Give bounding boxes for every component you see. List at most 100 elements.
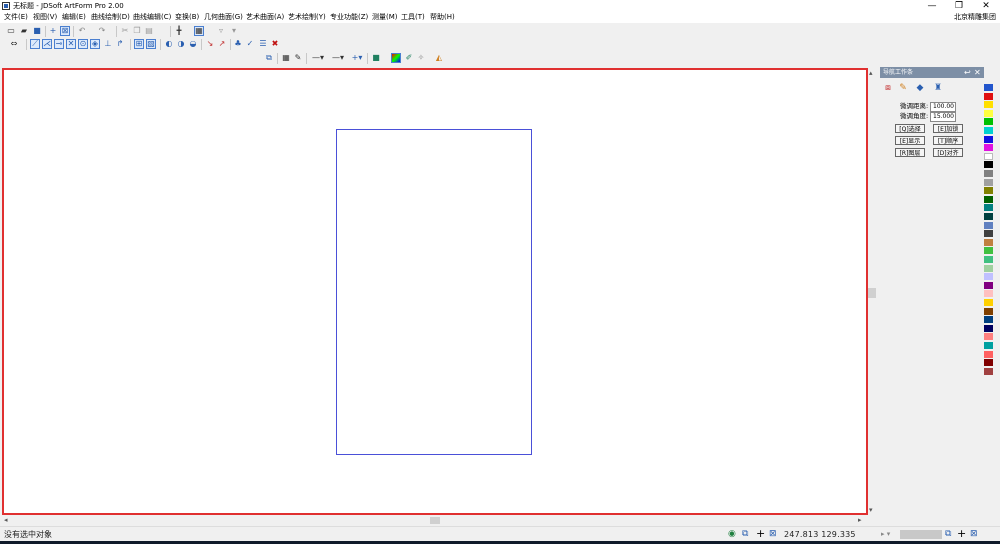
bucket-icon[interactable]: ◭ <box>434 53 444 63</box>
color-swatch[interactable] <box>984 307 993 315</box>
grid-dots-icon[interactable]: ▦ <box>281 53 291 63</box>
color-swatch[interactable] <box>984 238 993 246</box>
color-swatch[interactable] <box>984 101 993 109</box>
align-button[interactable]: [D]对齐 <box>933 148 963 157</box>
color-swatch[interactable] <box>984 324 993 332</box>
fit-view-icon[interactable]: ⧉ <box>945 529 951 540</box>
redo-icon[interactable]: ↷ <box>97 26 107 36</box>
paste-icon[interactable]: ▤ <box>144 26 154 36</box>
snap-center-icon[interactable]: ⊙ <box>78 39 88 49</box>
vertical-scroll-thumb[interactable] <box>868 288 876 298</box>
menu-pro-functions[interactable]: 专业功能(Z) <box>330 12 368 23</box>
fill-color-icon[interactable]: ■ <box>371 53 381 63</box>
spray-icon[interactable]: ✧ <box>416 53 426 63</box>
show-button[interactable]: [E]显示 <box>895 136 925 145</box>
list-icon[interactable]: ☰ <box>258 39 268 49</box>
box-status-icon[interactable]: ⊠ <box>769 529 777 540</box>
surface3-icon[interactable]: ◒ <box>188 39 198 49</box>
color-swatch[interactable] <box>984 367 993 375</box>
color-swatch[interactable] <box>984 127 993 134</box>
color-swatch[interactable] <box>984 195 993 203</box>
color-swatch[interactable] <box>984 109 993 117</box>
panel-pin-icon[interactable]: ↩ <box>964 68 971 77</box>
color-swatch[interactable] <box>984 247 993 255</box>
color-swatch[interactable] <box>984 256 993 263</box>
color-swatch[interactable] <box>984 359 993 367</box>
menu-measure[interactable]: 测量(M) <box>372 12 398 23</box>
menu-view[interactable]: 视图(V) <box>33 12 57 23</box>
panel-close-icon[interactable]: ✕ <box>974 68 981 77</box>
trash-icon[interactable]: ▾ <box>229 26 239 36</box>
close-button[interactable]: ✕ <box>974 0 998 12</box>
zoom-dropdown-icon[interactable]: ▸ ▾ <box>881 530 890 539</box>
menu-art-draw[interactable]: 艺术绘制(Y) <box>288 12 326 23</box>
snap-end-icon[interactable]: ↱ <box>115 39 125 49</box>
pen-icon[interactable]: ✎ <box>293 53 303 63</box>
scroll-left-icon[interactable]: ◂ <box>4 515 8 525</box>
select-button[interactable]: [Q]选择 <box>895 124 925 133</box>
layer-tab-icon[interactable]: ◆ <box>914 82 926 94</box>
layer-icon[interactable]: ▿ <box>216 26 226 36</box>
snap-cross-icon[interactable]: ✕ <box>66 39 76 49</box>
menu-file[interactable]: 文件(E) <box>4 12 28 23</box>
menu-curve-draw[interactable]: 曲线绘制(D) <box>91 12 130 23</box>
color-swatch[interactable] <box>984 281 993 289</box>
save-icon[interactable]: ■ <box>32 26 42 36</box>
view-icon[interactable]: ▦ <box>194 26 204 36</box>
color-swatch[interactable] <box>984 273 993 281</box>
zoom-field[interactable] <box>900 530 942 539</box>
color-swatch[interactable] <box>984 187 993 195</box>
box-select-icon[interactable]: ⊠ <box>60 26 70 36</box>
color-swatch[interactable] <box>984 333 993 341</box>
snap-mid-icon[interactable]: ⊸ <box>54 39 64 49</box>
tool-a-icon[interactable]: ↘ <box>205 39 215 49</box>
color-swatch[interactable] <box>984 350 993 358</box>
color-swatch[interactable] <box>984 264 993 272</box>
color-swatch[interactable] <box>984 84 993 91</box>
move-arrows-icon[interactable]: ⇔ <box>6 39 22 49</box>
color-swatch[interactable] <box>984 299 993 306</box>
menu-curve-edit[interactable]: 曲线编辑(C) <box>133 12 171 23</box>
crosshair-icon[interactable]: ╋ <box>174 26 184 36</box>
scroll-up-icon[interactable]: ▴ <box>869 68 873 78</box>
layer-button[interactable]: [R]图层 <box>895 148 925 157</box>
node-status-icon[interactable]: ⧉ <box>742 529 748 540</box>
snap-quadrant-icon[interactable]: ◈ <box>90 39 100 49</box>
line-width-icon[interactable]: —▾ <box>330 53 346 63</box>
edit-tab-icon[interactable]: ✎ <box>897 82 909 94</box>
cut-icon[interactable]: ✂ <box>120 26 130 36</box>
artboard-rectangle[interactable] <box>336 129 532 455</box>
tool-c-icon[interactable]: ♣ <box>233 39 243 49</box>
color-swatch[interactable] <box>984 170 993 177</box>
undo-icon[interactable]: ↶ <box>77 26 87 36</box>
surface2-icon[interactable]: ◑ <box>176 39 186 49</box>
grid-snap-icon[interactable]: ⊞ <box>134 39 144 49</box>
surface1-icon[interactable]: ◐ <box>164 39 174 49</box>
snap-line-icon[interactable]: ⟋ <box>30 39 40 49</box>
globe-icon[interactable]: ◉ <box>728 529 736 540</box>
color-swatch[interactable] <box>984 316 993 324</box>
color-swatch[interactable] <box>984 92 993 100</box>
lock-button[interactable]: [E]加锁 <box>933 124 963 133</box>
color-swatch[interactable] <box>984 290 993 298</box>
new-file-icon[interactable]: ▭ <box>6 26 16 36</box>
gradient-icon[interactable] <box>391 53 401 63</box>
color-swatch[interactable] <box>984 204 993 212</box>
zoom-cross-icon[interactable]: + <box>957 528 966 539</box>
color-swatch[interactable] <box>984 213 993 220</box>
plus-icon[interactable]: +▾ <box>350 53 364 63</box>
color-swatch[interactable] <box>984 152 993 160</box>
color-swatch[interactable] <box>984 161 993 169</box>
tools-tab-icon[interactable]: ♜ <box>932 82 944 94</box>
snap-tangent-icon[interactable]: ⋌ <box>42 39 52 49</box>
open-file-icon[interactable]: ▰ <box>19 26 29 36</box>
line-style-icon[interactable]: —▾ <box>310 53 326 63</box>
restore-button[interactable]: ❐ <box>947 0 971 12</box>
menu-edit[interactable]: 编辑(E) <box>62 12 86 23</box>
menu-geometry-surface[interactable]: 几何曲面(G) <box>204 12 243 23</box>
horizontal-scroll-thumb[interactable] <box>430 517 440 524</box>
color-swatch[interactable] <box>984 342 993 349</box>
color-swatch[interactable] <box>984 178 993 186</box>
color-swatch[interactable] <box>984 118 993 126</box>
minimize-button[interactable]: — <box>920 0 944 12</box>
